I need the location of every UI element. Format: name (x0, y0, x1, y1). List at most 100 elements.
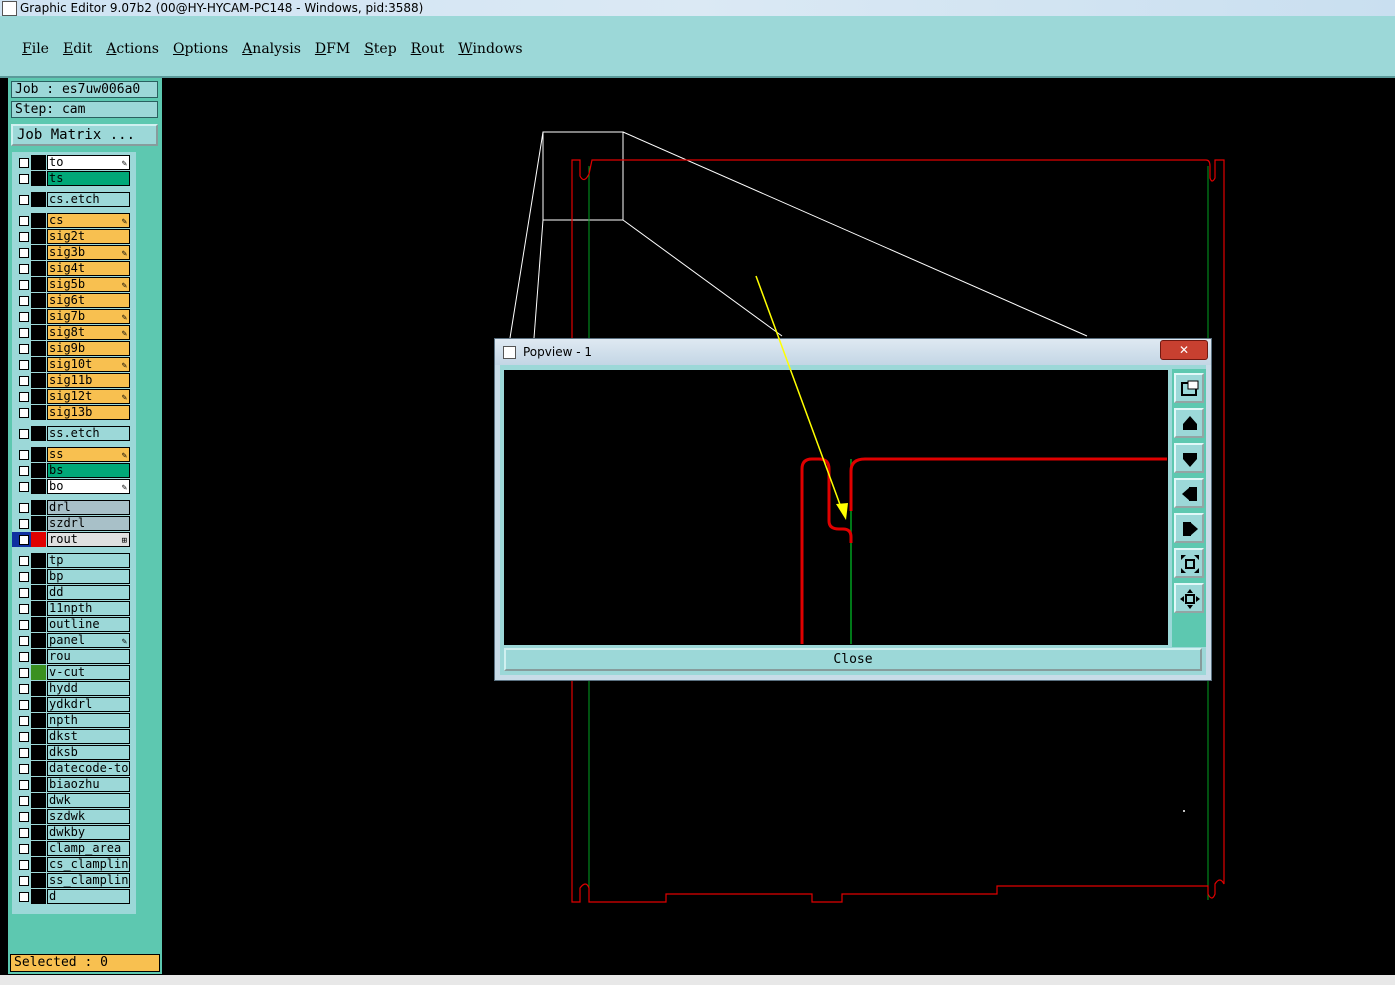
layer-row-bs[interactable]: bs (12, 463, 136, 478)
menu-edit[interactable]: Edit (63, 41, 92, 57)
layer-checkbox[interactable] (19, 450, 29, 460)
layer-color-swatch[interactable] (31, 213, 46, 228)
layer-checkbox[interactable] (19, 392, 29, 402)
layer-row-bp[interactable]: bp (12, 569, 136, 584)
layer-color-swatch[interactable] (31, 681, 46, 696)
layer-color-swatch[interactable] (31, 373, 46, 388)
layer-row-ss.etch[interactable]: ss.etch (12, 426, 136, 441)
layer-checkbox[interactable] (19, 360, 29, 370)
layer-checkbox[interactable] (19, 604, 29, 614)
layer-color-swatch[interactable] (31, 155, 46, 170)
layer-checkbox[interactable] (19, 248, 29, 258)
zoom-fit-button[interactable] (1174, 373, 1204, 403)
layer-color-swatch[interactable] (31, 585, 46, 600)
layer-checkbox[interactable] (19, 376, 29, 386)
layer-row-rout[interactable]: rout ⊞ (12, 532, 136, 547)
layer-checkbox[interactable] (19, 519, 29, 529)
layer-name[interactable]: sig12t ✎ (47, 389, 130, 404)
layer-color-swatch[interactable] (31, 277, 46, 292)
layer-row-hydd[interactable]: hydd (12, 681, 136, 696)
layer-color-swatch[interactable] (31, 617, 46, 632)
layer-checkbox[interactable] (19, 668, 29, 678)
layer-checkbox[interactable] (19, 652, 29, 662)
layer-color-swatch[interactable] (31, 192, 46, 207)
menu-rout[interactable]: Rout (411, 41, 445, 57)
layer-checkbox[interactable] (19, 344, 29, 354)
layer-checkbox[interactable] (19, 700, 29, 710)
layer-name[interactable]: sig5b ✎ (47, 277, 130, 292)
layer-row-ydkdrl[interactable]: ydkdrl (12, 697, 136, 712)
job-matrix-button[interactable]: Job Matrix ... (11, 124, 158, 146)
layer-row-sig10t[interactable]: sig10t ✎ (12, 357, 136, 372)
layer-color-swatch[interactable] (31, 825, 46, 840)
layer-name[interactable]: sig11b (47, 373, 130, 388)
layer-row-sig5b[interactable]: sig5b ✎ (12, 277, 136, 292)
layer-name[interactable]: ydkdrl (47, 697, 130, 712)
layer-name[interactable]: sig4t (47, 261, 130, 276)
layer-name[interactable]: bp (47, 569, 130, 584)
layer-row-dwk[interactable]: dwk (12, 793, 136, 808)
layer-checkbox[interactable] (19, 780, 29, 790)
layer-color-swatch[interactable] (31, 793, 46, 808)
layer-name[interactable]: dkst (47, 729, 130, 744)
layer-row-dd[interactable]: dd (12, 585, 136, 600)
zoom-out-button[interactable] (1174, 583, 1204, 613)
zoom-in-button[interactable] (1174, 548, 1204, 578)
layer-row-panel[interactable]: panel ✎ (12, 633, 136, 648)
layer-checkbox[interactable] (19, 572, 29, 582)
pan-left-button[interactable] (1174, 478, 1204, 508)
layer-name[interactable]: sig8t ✎ (47, 325, 130, 340)
layer-row-dkst[interactable]: dkst (12, 729, 136, 744)
layer-checkbox[interactable] (19, 588, 29, 598)
layer-checkbox[interactable] (19, 796, 29, 806)
layer-checkbox[interactable] (19, 636, 29, 646)
layer-name[interactable]: dwkby (47, 825, 130, 840)
layer-name[interactable]: ss.etch (47, 426, 130, 441)
layer-color-swatch[interactable] (31, 405, 46, 420)
layer-row-rou[interactable]: rou (12, 649, 136, 664)
layer-name[interactable]: dd (47, 585, 130, 600)
layer-name[interactable]: sig13b (47, 405, 130, 420)
layer-name[interactable]: clamp_area (47, 841, 130, 856)
layer-color-swatch[interactable] (31, 309, 46, 324)
layer-name[interactable]: d (47, 889, 130, 904)
layer-color-swatch[interactable] (31, 809, 46, 824)
layer-color-swatch[interactable] (31, 841, 46, 856)
menu-analysis[interactable]: Analysis (242, 41, 301, 57)
layer-checkbox[interactable] (19, 503, 29, 513)
layer-checkbox[interactable] (19, 556, 29, 566)
layer-checkbox[interactable] (19, 174, 29, 184)
layer-checkbox[interactable] (19, 844, 29, 854)
layer-name[interactable]: datecode-to (47, 761, 130, 776)
layer-checkbox[interactable] (19, 860, 29, 870)
layer-name[interactable]: ss_clamplin (47, 873, 130, 888)
layer-row-ss_clamplin[interactable]: ss_clamplin (12, 873, 136, 888)
layer-color-swatch[interactable] (31, 649, 46, 664)
layer-name[interactable]: sig6t (47, 293, 130, 308)
layer-row-drl[interactable]: drl (12, 500, 136, 515)
layer-checkbox[interactable] (19, 296, 29, 306)
layer-row-dksb[interactable]: dksb (12, 745, 136, 760)
layer-checkbox[interactable] (19, 232, 29, 242)
layer-checkbox[interactable] (19, 429, 29, 439)
layer-checkbox[interactable] (19, 716, 29, 726)
layer-name[interactable]: to ✎ (47, 155, 130, 170)
menu-dfm[interactable]: DFM (315, 41, 350, 57)
pan-up-button[interactable] (1174, 408, 1204, 438)
layer-name[interactable]: hydd (47, 681, 130, 696)
layer-checkbox[interactable] (19, 216, 29, 226)
layer-checkbox[interactable] (19, 158, 29, 168)
layer-checkbox[interactable] (19, 876, 29, 886)
menu-file[interactable]: File (22, 41, 49, 57)
layer-checkbox[interactable] (19, 620, 29, 630)
layer-row-sig13b[interactable]: sig13b (12, 405, 136, 420)
layer-color-swatch[interactable] (31, 633, 46, 648)
layer-color-swatch[interactable] (31, 245, 46, 260)
menu-actions[interactable]: Actions (106, 41, 159, 57)
layer-row-szdwk[interactable]: szdwk (12, 809, 136, 824)
layer-name[interactable]: szdrl (47, 516, 130, 531)
layer-checkbox[interactable] (19, 684, 29, 694)
layer-row-sig2t[interactable]: sig2t (12, 229, 136, 244)
layer-row-sig4t[interactable]: sig4t (12, 261, 136, 276)
layer-color-swatch[interactable] (31, 761, 46, 776)
